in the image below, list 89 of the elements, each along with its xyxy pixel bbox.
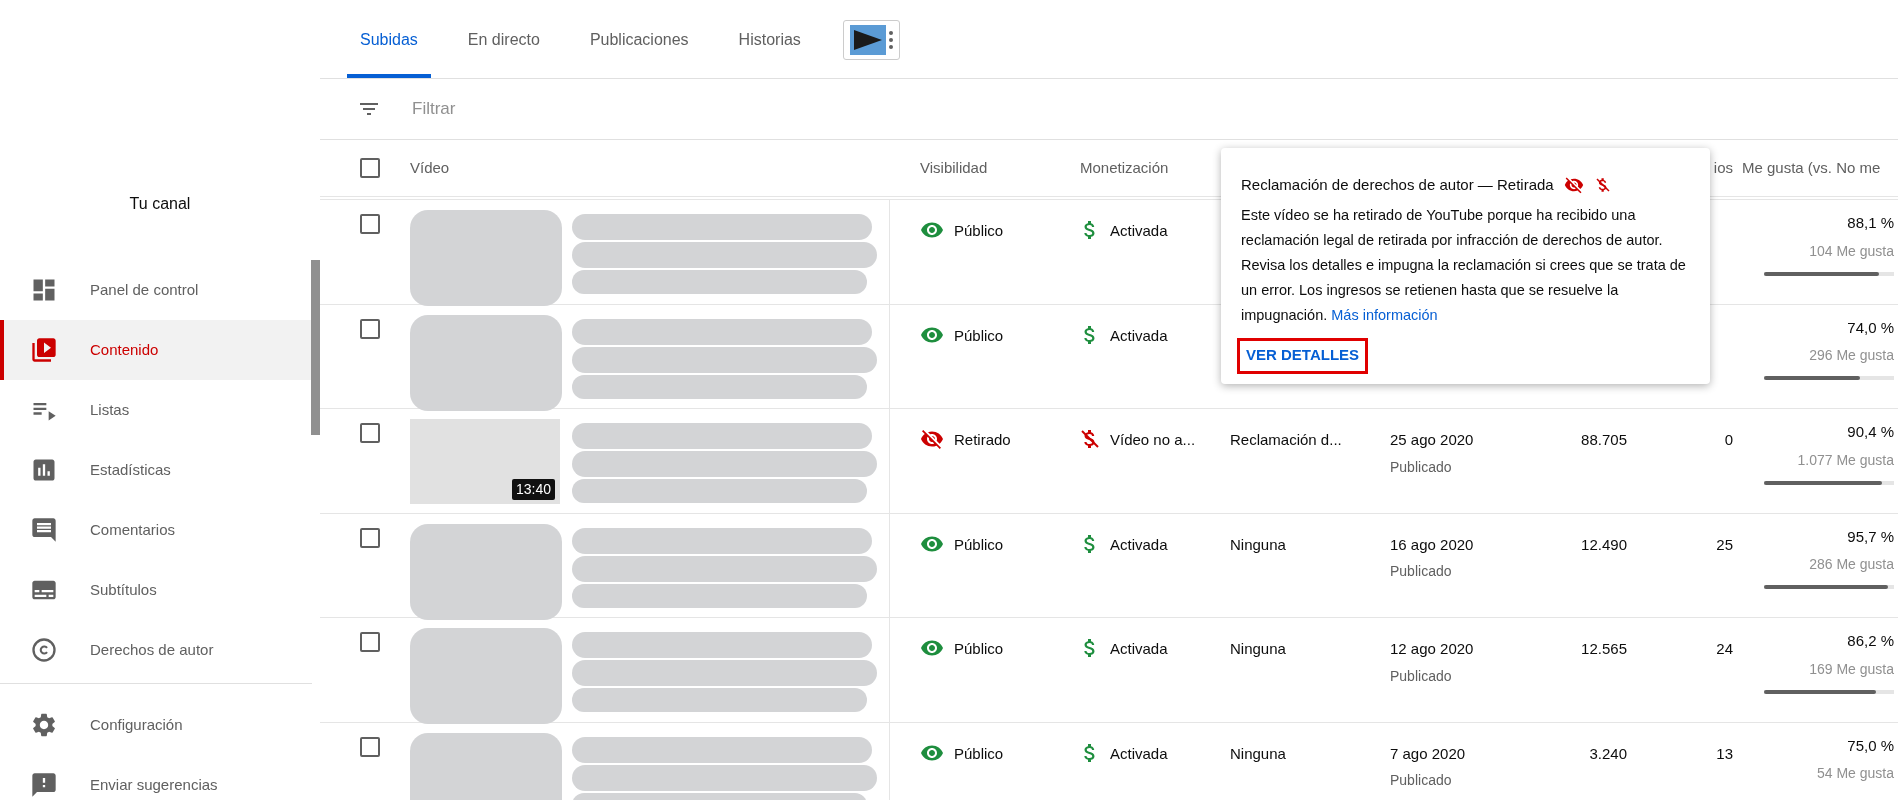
tab[interactable]: Historias bbox=[725, 0, 814, 78]
column-header: Me gusta (vs. No me bbox=[1741, 157, 1882, 178]
column-header: Monetización bbox=[1079, 157, 1170, 178]
sidebar-item[interactable]: Estadísticas bbox=[0, 440, 311, 500]
restrictions-label: Ninguna bbox=[1230, 744, 1286, 762]
likes-count: 1.077 Me gusta bbox=[1797, 450, 1894, 470]
checkbox[interactable] bbox=[360, 527, 380, 548]
likes-count: 104 Me gusta bbox=[1809, 241, 1894, 261]
hidden-eye-icon bbox=[1563, 175, 1584, 196]
likes-percent: 95,7 % bbox=[1847, 526, 1894, 547]
likes-count: 169 Me gusta bbox=[1809, 659, 1894, 679]
date-label: 16 ago 2020 bbox=[1390, 534, 1474, 555]
date-status: Publicado bbox=[1390, 771, 1452, 790]
column-header: ios bbox=[1712, 157, 1733, 178]
monetization-label: Activada bbox=[1110, 221, 1168, 241]
scrollbar-thumb[interactable] bbox=[311, 260, 320, 435]
column-header: Vídeo bbox=[410, 157, 451, 178]
date-status: Publicado bbox=[1390, 562, 1452, 581]
checkbox[interactable] bbox=[360, 423, 380, 443]
restrictions-label: Reclamación d... bbox=[1230, 431, 1342, 448]
date-status: Publicado bbox=[1390, 666, 1452, 686]
likes-percent: 86,2 % bbox=[1847, 631, 1894, 651]
likes-count: 296 Me gusta bbox=[1809, 346, 1894, 365]
restrictions-label: Ninguna bbox=[1230, 535, 1286, 553]
monetization-label: Activada bbox=[1110, 743, 1168, 764]
monetization-label: Activada bbox=[1110, 639, 1168, 659]
date-label: 25 ago 2020 bbox=[1390, 430, 1474, 450]
views-count: 88.705 bbox=[1581, 431, 1627, 448]
comments-count: 0 bbox=[1724, 431, 1733, 448]
comments-count: 13 bbox=[1716, 744, 1733, 762]
likes-count: 54 Me gusta bbox=[1816, 764, 1894, 783]
views-count: 12.490 bbox=[1581, 535, 1627, 553]
monetization-label: Activada bbox=[1110, 325, 1168, 346]
sidebar-item[interactable]: Panel de control bbox=[0, 260, 311, 320]
views-count: 12.565 bbox=[1581, 640, 1627, 657]
sidebar-item[interactable]: Comentarios bbox=[0, 500, 311, 560]
comment-icon bbox=[30, 516, 58, 544]
settings-icon bbox=[30, 711, 58, 739]
video-library-icon bbox=[30, 336, 58, 364]
date-label: 12 ago 2020 bbox=[1390, 639, 1474, 659]
likes-percent: 75,0 % bbox=[1847, 735, 1894, 756]
sidebar-item[interactable]: Listas bbox=[0, 380, 311, 440]
feedback-icon bbox=[30, 771, 58, 799]
duration-label: 13:40 bbox=[511, 479, 555, 500]
sidebar-item[interactable]: Contenido bbox=[0, 320, 311, 380]
checkbox[interactable] bbox=[360, 214, 380, 234]
likes-count: 286 Me gusta bbox=[1809, 555, 1894, 574]
visibility-label: Público bbox=[954, 325, 1004, 346]
checkbox[interactable] bbox=[360, 736, 380, 757]
sidebar-item[interactable]: Enviar sugerencias bbox=[0, 755, 311, 800]
views-count: 3.240 bbox=[1589, 744, 1627, 762]
likes-percent: 90,4 % bbox=[1847, 422, 1894, 442]
date-status: Publicado bbox=[1390, 457, 1452, 477]
popup-text: Revisa los detalles e impugna la reclamación si crees que se trata de un error. Los ingresos se retienen hasta que se resuelve la impugnación. Más información bbox=[1241, 255, 1687, 325]
comments-count: 25 bbox=[1716, 535, 1733, 553]
visibility-label: Público bbox=[954, 534, 1004, 555]
date-label: 7 ago 2020 bbox=[1390, 743, 1466, 764]
sidebar-item[interactable]: Subtítulos bbox=[0, 560, 311, 620]
sidebar-item[interactable]: Derechos de autor bbox=[0, 620, 311, 680]
tab[interactable]: Subidas bbox=[347, 0, 431, 78]
tab[interactable]: En directo bbox=[454, 0, 553, 78]
copyright-icon bbox=[30, 636, 58, 664]
more-info-link[interactable]: Más información bbox=[1331, 306, 1438, 323]
visibility-label: Público bbox=[954, 221, 1004, 241]
checkbox[interactable] bbox=[360, 632, 380, 652]
logo-icon bbox=[849, 25, 886, 55]
visibility-label: Retirado bbox=[954, 430, 1011, 450]
extension-button[interactable] bbox=[842, 20, 900, 60]
visibility-label: Público bbox=[954, 743, 1004, 764]
sidebar-item[interactable]: Configuración bbox=[0, 695, 311, 755]
likes-percent: 88,1 % bbox=[1847, 213, 1894, 233]
popup-text: Este vídeo se ha retirado de YouTube porque ha recibido una reclamación legal de retirada por infracción de derechos de autor. bbox=[1241, 205, 1664, 250]
column-header: Visibilidad bbox=[919, 157, 989, 178]
crossed-dollar-icon bbox=[1593, 176, 1612, 195]
tab[interactable]: Publicaciones bbox=[576, 0, 702, 78]
video-thumbnail[interactable]: 13:40 bbox=[410, 419, 560, 504]
checkbox[interactable] bbox=[360, 158, 380, 178]
channel-title: Tu canal bbox=[129, 194, 191, 214]
more-icon bbox=[888, 31, 893, 49]
likes-percent: 74,0 % bbox=[1847, 317, 1894, 338]
details-button[interactable]: VER DETALLES bbox=[1237, 337, 1369, 374]
restrictions-label: Ninguna bbox=[1230, 640, 1286, 657]
visibility-label: Público bbox=[954, 639, 1004, 659]
comments-count: 24 bbox=[1716, 640, 1733, 657]
monetization-label: Activada bbox=[1110, 534, 1168, 555]
filter-field[interactable]: Filtrar bbox=[412, 96, 1012, 122]
checkbox[interactable] bbox=[360, 318, 380, 339]
monetization-label: Vídeo no a... bbox=[1110, 430, 1196, 450]
popup-title: Reclamación de derechos de autor — Retirada bbox=[1241, 175, 1554, 195]
